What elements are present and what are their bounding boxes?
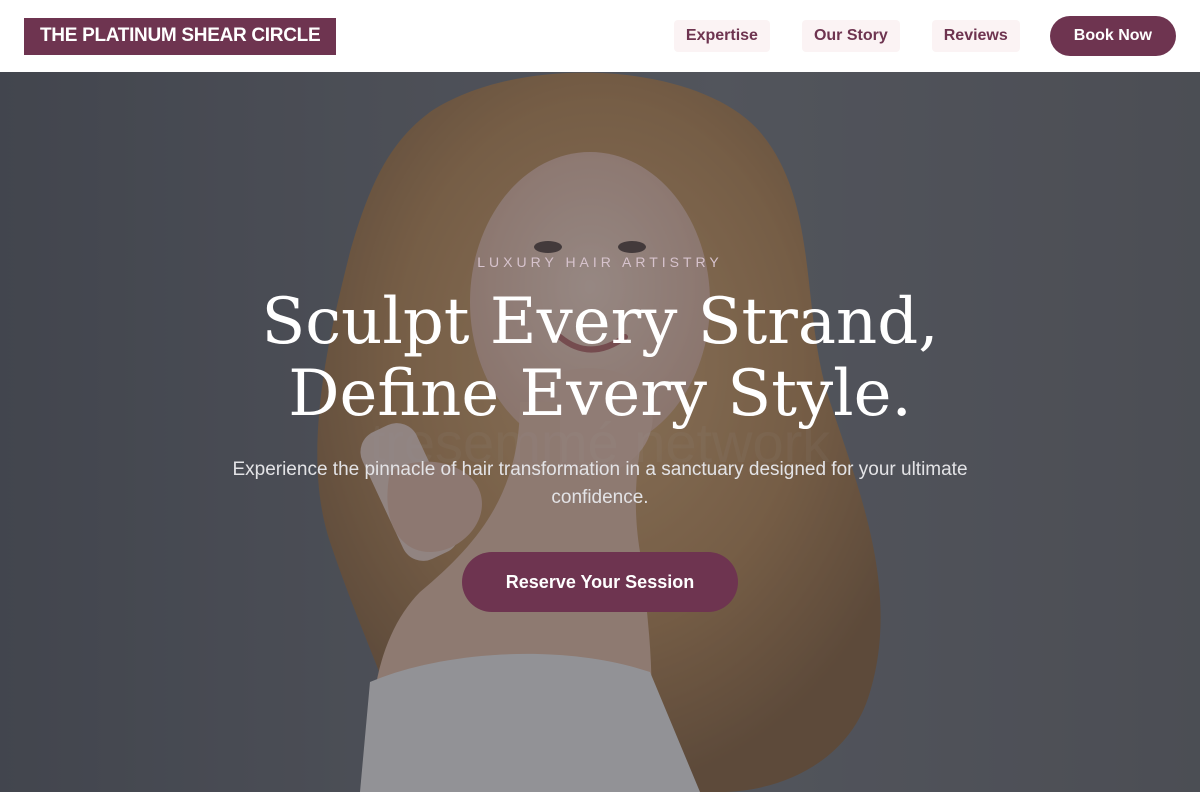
page-bottom-strip [0, 792, 1200, 800]
reserve-session-button[interactable]: Reserve Your Session [462, 552, 738, 612]
hero-headline-line2: Define Every Style. [288, 357, 912, 431]
nav-link-reviews[interactable]: Reviews [931, 20, 1020, 52]
hero-eyebrow: LUXURY HAIR ARTISTRY [477, 254, 723, 270]
nav-link-expertise[interactable]: Expertise [673, 20, 770, 52]
hero-subtext: Experience the pinnacle of hair transfor… [232, 459, 968, 508]
hero-headline-line1: Sculpt Every Strand, [261, 285, 939, 359]
site-logo[interactable]: THE PLATINUM SHEAR CIRCLE [24, 17, 337, 55]
book-now-button[interactable]: Book Now [1049, 16, 1176, 56]
hero-section: tresemmé network LUXURY HAIR ARTISTRY Sc… [0, 72, 1200, 792]
main-nav: Expertise Our Story Reviews Book Now [642, 16, 1176, 56]
hero-headline: Sculpt Every Strand, Define Every Style. [0, 286, 1200, 430]
nav-link-our-story[interactable]: Our Story [801, 20, 900, 52]
hero-content: LUXURY HAIR ARTISTRY Sculpt Every Strand… [0, 72, 1200, 792]
site-header: THE PLATINUM SHEAR CIRCLE Expertise Our … [0, 0, 1200, 72]
